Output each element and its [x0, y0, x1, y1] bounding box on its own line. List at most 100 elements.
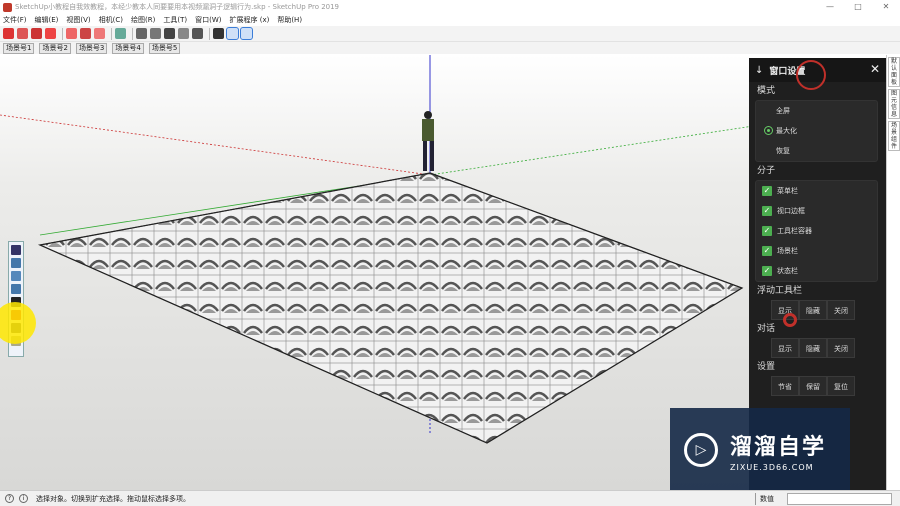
view-icon-3[interactable] — [164, 28, 175, 39]
watermark-url: ZIXUE.3D66.COM — [730, 462, 814, 472]
scene-tabs: 场景号1 场景号2 场景号3 场景号4 场景号5 — [0, 42, 900, 54]
mode-restore[interactable]: 恢复 — [756, 141, 877, 161]
checkbox-toolbar-container[interactable]: ✓ 工具栏容器 — [756, 221, 877, 241]
menu-camera[interactable]: 相机(C) — [99, 15, 123, 25]
measurements-label: 数值 — [755, 493, 787, 505]
dialogs-close-button[interactable]: 关闭 — [827, 338, 855, 358]
layers-icon[interactable] — [226, 27, 239, 40]
menu-window[interactable]: 窗口(W) — [195, 15, 221, 25]
checkmark-icon: ✓ — [762, 206, 772, 216]
tool-icon-2[interactable] — [17, 28, 28, 39]
close-window-button[interactable]: ✕ — [872, 0, 900, 14]
dialogs-show-button[interactable]: 显示 — [771, 338, 799, 358]
menu-edit[interactable]: 编辑(E) — [35, 15, 59, 25]
settings-save-button[interactable]: 节省 — [771, 376, 799, 396]
dialogs-section-title: 对话 — [757, 324, 776, 334]
info-icon[interactable]: i — [19, 494, 28, 503]
print-icon[interactable] — [115, 28, 126, 39]
click-indicator — [783, 313, 797, 327]
scene-tab-1[interactable]: 场景号1 — [3, 42, 35, 54]
floating-close-button[interactable]: 关闭 — [827, 300, 855, 320]
tray-tab-scenes[interactable]: 场景组件 — [888, 121, 900, 151]
toolbar-divider — [132, 27, 133, 40]
tool-icon-7[interactable] — [94, 28, 105, 39]
checkbox-menubar[interactable]: ✓ 菜单栏 — [756, 181, 877, 201]
checkbox-label: 工具栏容器 — [777, 227, 812, 235]
status-bar: ? i 选择对象。切换到扩充选择。拖动鼠标选择多项。 数值 — [0, 490, 900, 506]
option-label: 恢复 — [776, 147, 790, 155]
measurements-input[interactable] — [787, 493, 892, 505]
components-list: ✓ 菜单栏 ✓ 视口边框 ✓ 工具栏容器 ✓ 场景栏 ✓ 状态栏 — [755, 180, 878, 282]
tool-icon-4[interactable] — [45, 28, 56, 39]
axis-icon[interactable] — [213, 28, 224, 39]
menu-tools[interactable]: 工具(T) — [163, 15, 187, 25]
watermark-brand: 溜溜自学 — [730, 434, 827, 460]
sketchup-app-icon — [3, 2, 12, 12]
toolbar-divider — [111, 27, 112, 40]
scene-tab-2[interactable]: 场景号2 — [39, 42, 71, 54]
checkbox-label: 视口边框 — [777, 207, 805, 215]
view-icon-2[interactable] — [150, 28, 161, 39]
minimize-button[interactable]: — — [816, 0, 844, 14]
mode-options: 全屏 最大化 恢复 — [755, 100, 878, 162]
view-icon-4[interactable] — [178, 28, 189, 39]
checkbox-status-bar[interactable]: ✓ 状态栏 — [756, 261, 877, 281]
radio-selected-icon — [764, 126, 773, 135]
option-label: 全屏 — [776, 107, 790, 115]
green-axis — [429, 124, 761, 176]
tray-tab-entity[interactable]: 图元信息 — [888, 89, 900, 119]
view-icon-1[interactable] — [136, 28, 147, 39]
menu-bar: 文件(F) 编辑(E) 视图(V) 相机(C) 绘图(R) 工具(T) 窗口(W… — [0, 14, 900, 26]
checkbox-scene-bar[interactable]: ✓ 场景栏 — [756, 241, 877, 261]
scene-tab-5[interactable]: 场景号5 — [148, 42, 181, 54]
tool-icon-3[interactable] — [31, 28, 42, 39]
menu-draw[interactable]: 绘图(R) — [131, 15, 155, 25]
human-figure[interactable] — [422, 111, 434, 171]
arrow-down-icon[interactable]: ↓ — [755, 65, 763, 76]
checkbox-label: 菜单栏 — [777, 187, 798, 195]
checkbox-label: 场景栏 — [777, 247, 798, 255]
floating-hide-button[interactable]: 隐藏 — [799, 300, 827, 320]
floating-toolbar-section-title: 浮动工具栏 — [757, 286, 803, 296]
float-tool-icon-2[interactable] — [11, 258, 21, 268]
watermark-logo: ▷ 溜溜自学 ZIXUE.3D66.COM — [670, 408, 850, 492]
settings-reset-button[interactable]: 复位 — [827, 376, 855, 396]
status-text: 选择对象。切换到扩充选择。拖动鼠标选择多项。 — [36, 494, 190, 503]
settings-section-title: 设置 — [757, 362, 776, 372]
settings-buttons: 节省 保留 复位 — [771, 376, 886, 396]
mode-fullscreen[interactable]: 全屏 — [756, 101, 877, 121]
checkbox-viewport-border[interactable]: ✓ 视口边框 — [756, 201, 877, 221]
components-section-title: 分子 — [757, 166, 776, 176]
mode-maximize[interactable]: 最大化 — [756, 121, 877, 141]
tiled-floor-model[interactable] — [38, 172, 744, 444]
tool-icon-1[interactable] — [3, 28, 14, 39]
menu-extensions[interactable]: 扩展程序 (x) — [229, 15, 269, 25]
window-title: SketchUp小教程自我效教程，本经少教本人同要要用本视频漏洞子逻辑行为.sk… — [15, 3, 340, 11]
checkmark-icon: ✓ — [762, 226, 772, 236]
geo-location-icon[interactable]: ? — [5, 494, 14, 503]
checkmark-icon: ✓ — [762, 266, 772, 276]
target-icon[interactable] — [240, 27, 253, 40]
settings-keep-button[interactable]: 保留 — [799, 376, 827, 396]
menu-view[interactable]: 视图(V) — [66, 15, 90, 25]
red-axis — [0, 114, 431, 176]
scene-tab-3[interactable]: 场景号3 — [75, 42, 108, 54]
tool-icon-6[interactable] — [80, 28, 91, 39]
tray-tab-default[interactable]: 默认面板 — [888, 57, 900, 87]
menu-help[interactable]: 帮助(H) — [277, 15, 302, 25]
dialogs-hide-button[interactable]: 隐藏 — [799, 338, 827, 358]
maximize-button[interactable]: □ — [844, 0, 872, 14]
highlight-circle — [796, 60, 826, 90]
float-tool-icon-4[interactable] — [11, 284, 21, 294]
toolbar-divider — [62, 27, 63, 40]
settings-gear-icon[interactable] — [66, 28, 77, 39]
view-icon-5[interactable] — [192, 28, 203, 39]
checkbox-label: 状态栏 — [777, 267, 798, 275]
close-icon[interactable]: ✕ — [870, 62, 880, 76]
checkmark-icon: ✓ — [762, 186, 772, 196]
menu-file[interactable]: 文件(F) — [3, 15, 27, 25]
float-tool-icon-1[interactable] — [11, 245, 21, 255]
right-tray-strip: 默认面板 图元信息 场景组件 — [886, 55, 900, 490]
float-tool-icon-3[interactable] — [11, 271, 21, 281]
scene-tab-4[interactable]: 场景号4 — [112, 42, 144, 54]
